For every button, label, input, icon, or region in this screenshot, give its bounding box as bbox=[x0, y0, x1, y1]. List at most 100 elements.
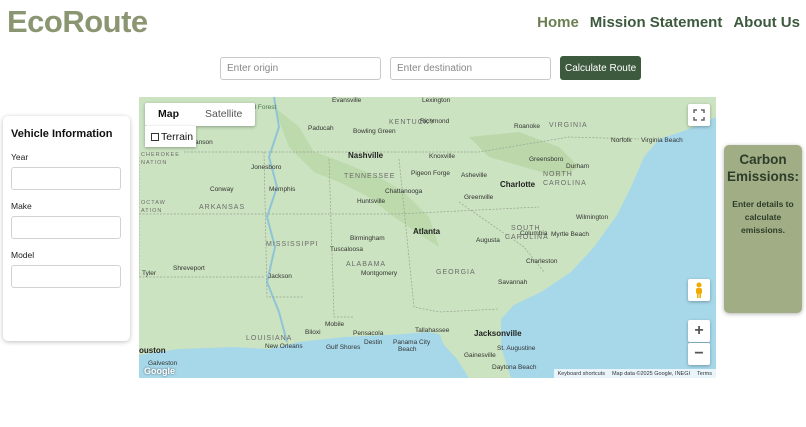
map-attribution: Keyboard shortcuts Map data ©2025 Google… bbox=[553, 369, 716, 378]
keyboard-shortcuts-link[interactable]: Keyboard shortcuts bbox=[558, 371, 605, 377]
city-label: Virginia Beach bbox=[641, 137, 683, 144]
model-label: Model bbox=[11, 250, 35, 260]
google-logo: Google bbox=[144, 366, 175, 376]
map-type-control: Map Satellite bbox=[145, 103, 256, 126]
state-label: ATION bbox=[141, 208, 163, 214]
pegman-icon bbox=[696, 282, 702, 298]
year-input[interactable] bbox=[11, 167, 121, 190]
state-label: MISSISSIPPI bbox=[266, 241, 319, 248]
state-label: LOUISIANA bbox=[246, 335, 293, 342]
city-label: Asheville bbox=[461, 172, 488, 179]
vehicle-info-title: Vehicle Information bbox=[11, 128, 113, 140]
terms-link[interactable]: Terms bbox=[697, 371, 712, 377]
map-data-credit: Map data ©2025 Google, INEGI bbox=[611, 370, 691, 377]
city-label: Jonesboro bbox=[251, 164, 282, 171]
fullscreen-button[interactable] bbox=[688, 104, 710, 126]
make-label: Make bbox=[11, 201, 32, 211]
route-map[interactable]: KENTUCKY VIRGINIA TENNESSEE NORTH CAROLI… bbox=[139, 97, 716, 378]
brand-logo[interactable]: EcoRoute bbox=[7, 4, 148, 40]
carbon-emissions-panel: Carbon Emissions: Enter details to calcu… bbox=[724, 145, 802, 313]
model-input[interactable] bbox=[11, 265, 121, 288]
city-label: Greenville bbox=[464, 194, 494, 201]
map-tab-map[interactable]: Map bbox=[145, 103, 192, 126]
state-label: ALABAMA bbox=[346, 261, 387, 268]
city-label: Wilmington bbox=[576, 214, 609, 221]
nav-home[interactable]: Home bbox=[537, 14, 579, 31]
city-label: ouston bbox=[139, 346, 166, 355]
state-label: CHEROKEE bbox=[141, 152, 180, 158]
emissions-title-line1: Carbon bbox=[739, 152, 787, 167]
city-label: Greensboro bbox=[529, 156, 564, 163]
state-label: NORTH bbox=[543, 171, 573, 178]
vehicle-info-panel: Vehicle Information Year Make Model bbox=[3, 116, 130, 341]
city-label: Augusta bbox=[476, 237, 500, 244]
city-label: Destin bbox=[364, 339, 383, 346]
city-label: Durham bbox=[566, 163, 590, 170]
city-label: Daytona Beach bbox=[492, 364, 537, 371]
state-label: CAROLINA bbox=[543, 180, 587, 187]
zoom-in-button[interactable]: + bbox=[688, 320, 710, 342]
destination-input[interactable] bbox=[390, 56, 551, 80]
city-label: Columbia bbox=[520, 230, 548, 237]
city-label: Roanoke bbox=[514, 123, 541, 130]
city-label: Jackson bbox=[268, 273, 292, 280]
make-input[interactable] bbox=[11, 216, 121, 239]
city-label: Nashville bbox=[348, 151, 384, 160]
zoom-out-button[interactable]: − bbox=[688, 343, 710, 365]
city-label: Tyler bbox=[142, 270, 157, 277]
nav-about-us[interactable]: About Us bbox=[733, 14, 800, 31]
city-label: St. Augustine bbox=[497, 345, 536, 352]
city-label: Myrtle Beach bbox=[551, 231, 589, 238]
terrain-label: Terrain bbox=[161, 130, 194, 143]
city-label: Gulf Shores bbox=[326, 344, 361, 351]
city-label: Charlotte bbox=[500, 180, 536, 189]
calculate-route-button[interactable]: Calculate Route bbox=[560, 56, 642, 80]
state-label: GEORGIA bbox=[436, 269, 476, 276]
main-nav: Home Mission Statement About Us bbox=[537, 14, 800, 31]
city-label: Knoxville bbox=[429, 153, 456, 160]
city-label: Jacksonville bbox=[474, 329, 522, 338]
city-label: Shreveport bbox=[173, 265, 205, 272]
year-label: Year bbox=[11, 152, 29, 162]
fullscreen-icon bbox=[693, 109, 705, 121]
city-label: Tallahassee bbox=[415, 327, 450, 334]
terrain-toggle[interactable]: Terrain bbox=[145, 126, 196, 147]
state-label: ARKANSAS bbox=[199, 204, 246, 211]
city-label: Conway bbox=[210, 186, 234, 193]
emissions-message: Enter details to calculate emissions. bbox=[732, 199, 794, 235]
city-label: Chattanooga bbox=[385, 188, 423, 195]
city-label: Beach bbox=[398, 346, 417, 353]
nav-mission-statement[interactable]: Mission Statement bbox=[590, 14, 723, 31]
city-label: Pensacola bbox=[353, 330, 384, 337]
city-label: anson bbox=[195, 139, 213, 146]
city-label: Savannah bbox=[498, 279, 528, 286]
route-bar: Calculate Route bbox=[220, 56, 642, 80]
city-label: Paducah bbox=[308, 125, 334, 132]
city-label: Biloxi bbox=[305, 329, 321, 336]
city-label: Panama City bbox=[393, 339, 431, 346]
city-label: Bowling Green bbox=[353, 128, 396, 135]
city-label: Atlanta bbox=[413, 227, 441, 236]
city-label: Birmingham bbox=[350, 235, 385, 242]
state-label: NATION bbox=[141, 160, 168, 166]
city-label: Gainesville bbox=[464, 352, 496, 359]
state-label: OCTAW bbox=[141, 200, 166, 206]
city-label: Charleston bbox=[526, 258, 558, 265]
city-label: Mobile bbox=[325, 321, 345, 328]
city-label: Evansville bbox=[332, 97, 362, 104]
city-label: Memphis bbox=[269, 186, 296, 193]
street-view-pegman[interactable] bbox=[688, 279, 710, 301]
origin-input[interactable] bbox=[220, 56, 381, 80]
city-label: Lexington bbox=[422, 97, 451, 104]
city-label: Montgomery bbox=[361, 270, 398, 277]
state-label: VIRGINIA bbox=[549, 122, 588, 129]
terrain-checkbox[interactable] bbox=[151, 132, 159, 141]
city-label: Huntsville bbox=[357, 198, 386, 205]
city-label: Tuscaloosa bbox=[330, 246, 363, 253]
city-label: Norfolk bbox=[611, 137, 632, 144]
map-tab-satellite[interactable]: Satellite bbox=[192, 103, 255, 126]
state-label: TENNESSEE bbox=[344, 173, 396, 180]
city-label: New Orleans bbox=[265, 343, 303, 350]
city-label: Pigeon Forge bbox=[411, 170, 451, 177]
city-label: Richmond bbox=[420, 118, 450, 125]
